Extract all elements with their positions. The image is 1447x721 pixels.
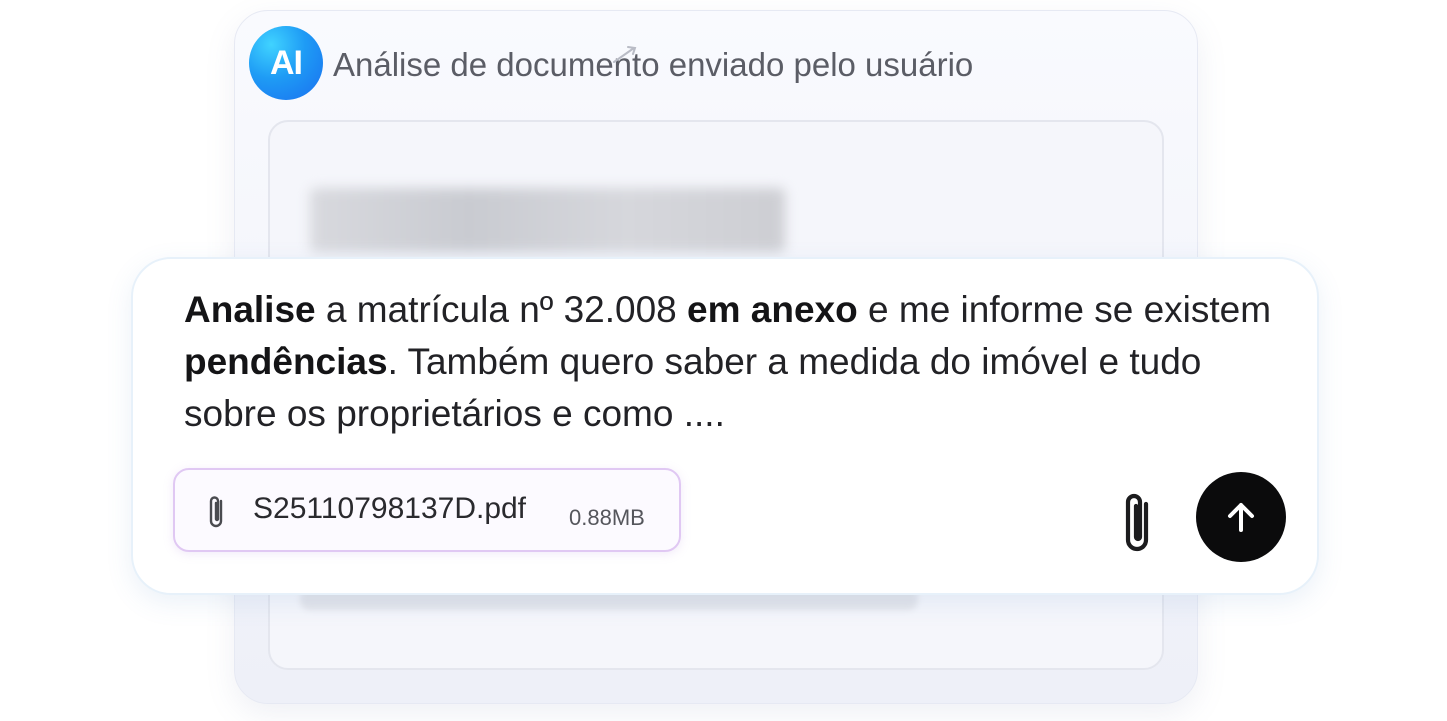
card-title: Análise de documento enviado pelo usuári… xyxy=(333,46,974,83)
redacted-content-block xyxy=(310,188,785,252)
paperclip-icon xyxy=(209,496,223,528)
send-button[interactable] xyxy=(1196,472,1286,562)
attachment-size: 0.88MB xyxy=(569,505,645,530)
ai-badge-icon: AI xyxy=(249,26,323,100)
prompt-emphasis: Analise xyxy=(184,289,316,330)
attach-file-button[interactable] xyxy=(1112,488,1164,558)
prompt-message[interactable]: Analise a matrícula nº 32.008 em anexo e… xyxy=(184,284,1294,440)
attachment-filename: S25110798137D.pdf xyxy=(253,492,527,525)
arrow-up-icon xyxy=(1228,503,1254,532)
prompt-segment: a matrícula nº 32.008 xyxy=(315,289,688,330)
prompt-emphasis: pendências xyxy=(184,341,388,382)
cursor-icon xyxy=(613,46,637,63)
prompt-segment: e me informe se existem xyxy=(857,289,1272,330)
prompt-emphasis: em anexo xyxy=(687,289,858,330)
